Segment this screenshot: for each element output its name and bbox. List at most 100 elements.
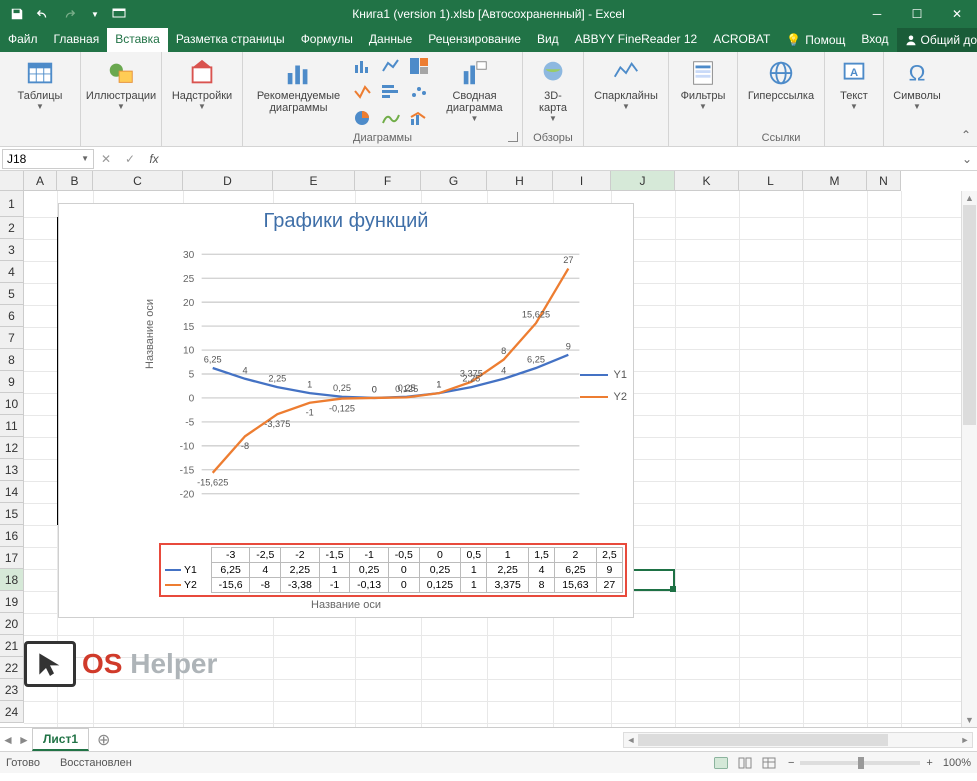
row-header[interactable]: 5	[0, 283, 24, 305]
row-header[interactable]: 14	[0, 481, 24, 503]
zoom-level[interactable]: 100%	[943, 757, 971, 769]
row-header[interactable]: 7	[0, 327, 24, 349]
chart-title[interactable]: Графики функций	[59, 204, 633, 235]
pivot-chart-button[interactable]: Сводная диаграмма ▼	[438, 54, 512, 123]
chart-data-table[interactable]: -3-2,5-2-1,5-1-0,500,511,522,5Y16,2542,2…	[159, 543, 627, 597]
row-header[interactable]: 3	[0, 239, 24, 261]
sheet-nav-next-icon[interactable]: ►	[16, 733, 32, 747]
recommended-charts-button[interactable]: Рекомендуемые диаграммы	[254, 54, 344, 114]
undo-icon[interactable]	[32, 3, 54, 25]
row-header[interactable]: 24	[0, 701, 24, 723]
column-header[interactable]: K	[675, 171, 739, 191]
expand-formula-bar-icon[interactable]: ⌄	[957, 152, 977, 166]
collapse-ribbon-icon[interactable]: ⌃	[961, 128, 971, 142]
minimize-icon[interactable]: ─	[857, 0, 897, 28]
line-chart-icon[interactable]	[378, 54, 404, 78]
vertical-scrollbar[interactable]: ▲ ▼	[961, 191, 977, 727]
cancel-formula-icon[interactable]: ✕	[94, 152, 118, 166]
row-header[interactable]: 21	[0, 635, 24, 657]
worksheet-grid[interactable]: ABCDEFGHIJKLMN 1234567891011121314151617…	[0, 171, 977, 727]
embedded-chart[interactable]: Графики функций Название оси -20-15-10-5…	[58, 203, 634, 618]
column-header[interactable]: A	[24, 171, 57, 191]
horizontal-scrollbar[interactable]: ◄ ►	[623, 732, 973, 748]
redo-icon[interactable]	[58, 3, 80, 25]
name-box[interactable]: J18▼	[2, 149, 94, 169]
x-axis-title[interactable]: Название оси	[59, 599, 633, 611]
column-header[interactable]: L	[739, 171, 803, 191]
hierarchy-chart-icon[interactable]	[350, 80, 376, 104]
normal-view-icon[interactable]	[710, 754, 732, 772]
zoom-in-icon[interactable]: +	[926, 757, 932, 769]
bar-chart-icon[interactable]	[378, 80, 404, 104]
scroll-up-icon[interactable]: ▲	[962, 191, 977, 205]
row-header[interactable]: 23	[0, 679, 24, 701]
close-icon[interactable]: ✕	[937, 0, 977, 28]
fx-icon[interactable]: fx	[142, 152, 166, 166]
y-axis-title[interactable]: Название оси	[144, 299, 156, 369]
tell-me-input[interactable]: 💡 Помощ	[778, 28, 853, 52]
row-header[interactable]: 10	[0, 393, 24, 415]
sheet-nav-prev-icon[interactable]: ◄	[0, 733, 16, 747]
chart-legend[interactable]: Y1 Y2	[580, 369, 627, 413]
column-header[interactable]: N	[867, 171, 901, 191]
sheet-tab-active[interactable]: Лист1	[32, 728, 89, 751]
row-header[interactable]: 8	[0, 349, 24, 371]
tab-view[interactable]: Вид	[529, 28, 567, 52]
sparklines-button[interactable]: Спарклайны ▼	[588, 54, 664, 111]
pie-chart-icon[interactable]	[350, 106, 376, 130]
ribbon-display-options-icon[interactable]	[106, 7, 132, 22]
illustrations-button[interactable]: Иллюстрации ▼	[85, 54, 157, 111]
addins-button[interactable]: Надстройки ▼	[166, 54, 238, 111]
accept-formula-icon[interactable]: ✓	[118, 152, 142, 166]
symbols-button[interactable]: Ω Символы ▼	[888, 54, 946, 111]
row-header[interactable]: 19	[0, 591, 24, 613]
row-header[interactable]: 9	[0, 371, 24, 393]
share-button[interactable]: Общий доступ	[897, 28, 977, 52]
scatter-chart-icon[interactable]	[406, 80, 432, 104]
row-header[interactable]: 4	[0, 261, 24, 283]
row-header[interactable]: 1	[0, 191, 24, 217]
hyperlink-button[interactable]: Гиперссылка	[742, 54, 820, 102]
row-header[interactable]: 16	[0, 525, 24, 547]
tab-file[interactable]: Файл	[0, 28, 46, 52]
hscroll-thumb[interactable]	[638, 734, 888, 746]
column-header[interactable]: H	[487, 171, 553, 191]
tab-formulas[interactable]: Формулы	[293, 28, 361, 52]
column-header[interactable]: G	[421, 171, 487, 191]
column-header[interactable]: J	[611, 171, 675, 191]
scroll-right-icon[interactable]: ►	[958, 733, 972, 747]
column-header[interactable]: D	[183, 171, 273, 191]
row-header[interactable]: 15	[0, 503, 24, 525]
row-header[interactable]: 6	[0, 305, 24, 327]
row-header[interactable]: 20	[0, 613, 24, 635]
tab-page-layout[interactable]: Разметка страницы	[168, 28, 293, 52]
new-sheet-icon[interactable]: ⊕	[89, 730, 118, 750]
qat-customize-icon[interactable]: ▼	[84, 3, 106, 25]
formula-input[interactable]	[166, 150, 957, 168]
column-header[interactable]: C	[93, 171, 183, 191]
3d-map-button[interactable]: 3D- карта ▼	[527, 54, 579, 123]
scroll-left-icon[interactable]: ◄	[624, 733, 638, 747]
row-header[interactable]: 2	[0, 217, 24, 239]
tab-review[interactable]: Рецензирование	[420, 28, 529, 52]
plot-area[interactable]: -20-15-10-50510152025306,2542,2510,2500,…	[174, 244, 584, 504]
treemap-chart-icon[interactable]	[406, 54, 432, 78]
tables-button[interactable]: Таблицы ▼	[4, 54, 76, 111]
scroll-down-icon[interactable]: ▼	[962, 713, 977, 727]
charts-dialog-launcher-icon[interactable]	[508, 132, 518, 142]
page-layout-view-icon[interactable]	[734, 754, 756, 772]
column-header[interactable]: M	[803, 171, 867, 191]
tab-home[interactable]: Главная	[46, 28, 108, 52]
surface-chart-icon[interactable]	[378, 106, 404, 130]
column-header[interactable]: B	[57, 171, 93, 191]
row-header[interactable]: 22	[0, 657, 24, 679]
page-break-view-icon[interactable]	[758, 754, 780, 772]
filters-button[interactable]: Фильтры ▼	[673, 54, 733, 111]
text-button[interactable]: A Текст ▼	[829, 54, 879, 111]
tab-abbyy[interactable]: ABBYY FineReader 12	[567, 28, 706, 52]
select-all-corner[interactable]	[0, 171, 24, 191]
column-header[interactable]: F	[355, 171, 421, 191]
row-header[interactable]: 17	[0, 547, 24, 569]
zoom-slider[interactable]	[800, 761, 920, 765]
row-header[interactable]: 18	[0, 569, 24, 591]
